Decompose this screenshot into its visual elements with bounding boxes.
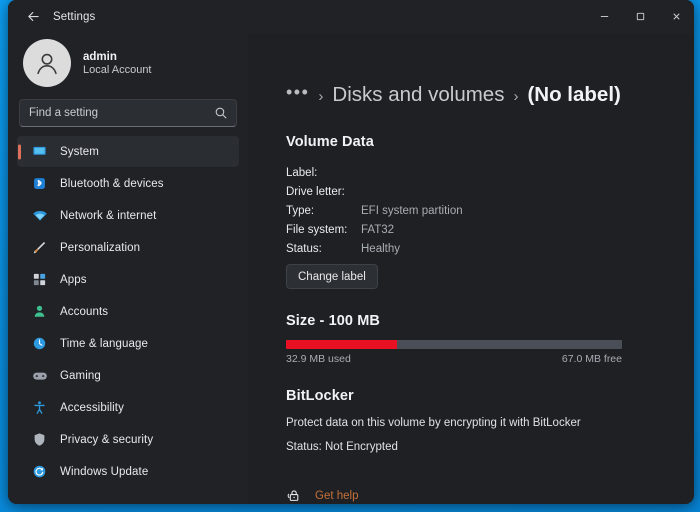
sidebar-item-time-language[interactable]: Time & language: [17, 328, 239, 359]
volume-data-row-file-system: File system: FAT32: [286, 221, 672, 238]
get-help-link[interactable]: Get help: [315, 490, 358, 502]
sidebar-item-privacy-security[interactable]: Privacy & security: [17, 424, 239, 455]
account-text: admin Local Account: [83, 51, 152, 76]
person-icon: [31, 303, 48, 320]
clock-icon: [31, 335, 48, 352]
sidebar-item-label: Gaming: [60, 370, 101, 382]
volume-data-row-type: Type: EFI system partition: [286, 202, 672, 219]
bluetooth-icon: [31, 175, 48, 192]
minimize-icon[interactable]: [586, 0, 622, 33]
apps-grid-icon: [31, 271, 48, 288]
row-key: Label:: [286, 167, 361, 179]
window-body: admin Local Account: [8, 33, 694, 504]
window-controls: [586, 0, 694, 33]
breadcrumb-separator: ›: [513, 88, 518, 105]
search-icon: [214, 106, 228, 120]
row-value: FAT32: [361, 224, 394, 236]
page-title: (No label): [527, 83, 620, 107]
row-key: Type:: [286, 205, 361, 217]
sidebar-item-label: Accessibility: [60, 402, 124, 414]
accessibility-icon: [31, 399, 48, 416]
shield-icon: [31, 431, 48, 448]
row-value: EFI system partition: [361, 205, 463, 217]
sidebar-item-accounts[interactable]: Accounts: [17, 296, 239, 327]
settings-window: Settings: [8, 0, 694, 504]
bitlocker-status: Status: Not Encrypted: [286, 441, 672, 453]
person-avatar-icon: [23, 39, 71, 87]
volume-data-heading: Volume Data: [286, 134, 672, 150]
search-box[interactable]: [19, 99, 237, 127]
size-usage-bar: [286, 340, 622, 349]
sidebar-item-apps[interactable]: Apps: [17, 264, 239, 295]
size-heading: Size - 100 MB: [286, 313, 672, 329]
maximize-icon[interactable]: [622, 0, 658, 33]
size-free-label: 67.0 MB free: [562, 353, 622, 365]
help-lock-icon: [286, 488, 301, 503]
sidebar-item-label: Network & internet: [60, 210, 156, 222]
sidebar-item-label: Bluetooth & devices: [60, 178, 164, 190]
volume-data-row-label: Label:: [286, 164, 672, 181]
desktop-background: Settings: [0, 0, 700, 512]
breadcrumb-parent-link[interactable]: Disks and volumes: [332, 83, 504, 107]
sidebar-item-bluetooth-devices[interactable]: Bluetooth & devices: [17, 168, 239, 199]
bitlocker-heading: BitLocker: [286, 388, 672, 404]
volume-data-row-status: Status: Healthy: [286, 240, 672, 257]
breadcrumb: ••• › Disks and volumes › (No label): [286, 33, 672, 107]
breadcrumb-overflow-button[interactable]: •••: [286, 82, 309, 103]
sidebar-item-label: Accounts: [60, 306, 108, 318]
size-used-label: 32.9 MB used: [286, 353, 351, 365]
window-title: Settings: [53, 11, 95, 23]
account-card[interactable]: admin Local Account: [17, 33, 239, 99]
size-usage-bar-fill: [286, 340, 397, 349]
sidebar-item-accessibility[interactable]: Accessibility: [17, 392, 239, 423]
sidebar-item-label: Time & language: [60, 338, 148, 350]
get-help-row[interactable]: Get help: [286, 488, 358, 503]
sidebar-item-label: System: [60, 146, 99, 158]
monitor-icon: [31, 143, 48, 160]
sidebar-item-label: Privacy & security: [60, 434, 153, 446]
wifi-icon: [31, 207, 48, 224]
sidebar-item-windows-update[interactable]: Windows Update: [17, 456, 239, 487]
sidebar: admin Local Account: [8, 33, 248, 504]
bitlocker-description: Protect data on this volume by encryptin…: [286, 417, 672, 429]
gamepad-icon: [31, 367, 48, 384]
title-bar[interactable]: Settings: [8, 0, 694, 33]
sidebar-nav-list: System Bluetooth & devices Network & int…: [17, 136, 239, 487]
sidebar-item-system[interactable]: System: [17, 136, 239, 167]
row-key: Status:: [286, 243, 361, 255]
row-key: Drive letter:: [286, 186, 361, 198]
back-arrow-icon[interactable]: [17, 1, 49, 32]
sidebar-item-personalization[interactable]: Personalization: [17, 232, 239, 263]
sidebar-item-label: Apps: [60, 274, 87, 286]
close-icon[interactable]: [658, 0, 694, 33]
sidebar-item-network-internet[interactable]: Network & internet: [17, 200, 239, 231]
sidebar-item-gaming[interactable]: Gaming: [17, 360, 239, 391]
breadcrumb-separator: ›: [318, 88, 323, 105]
sidebar-item-label: Windows Update: [60, 466, 148, 478]
sidebar-item-label: Personalization: [60, 242, 140, 254]
change-label-button[interactable]: Change label: [286, 264, 378, 289]
volume-data-rows: Label: Drive letter: Type: EFI system pa…: [286, 164, 672, 257]
search-input[interactable]: [20, 107, 236, 119]
paintbrush-icon: [31, 239, 48, 256]
update-refresh-icon: [31, 463, 48, 480]
account-name: admin: [83, 51, 152, 63]
account-type: Local Account: [83, 64, 152, 76]
volume-data-row-drive-letter: Drive letter:: [286, 183, 672, 200]
size-usage-labels: 32.9 MB used 67.0 MB free: [286, 353, 622, 365]
row-value: Healthy: [361, 243, 400, 255]
row-key: File system:: [286, 224, 361, 236]
main-content-pane: ••• › Disks and volumes › (No label) Vol…: [248, 33, 694, 504]
